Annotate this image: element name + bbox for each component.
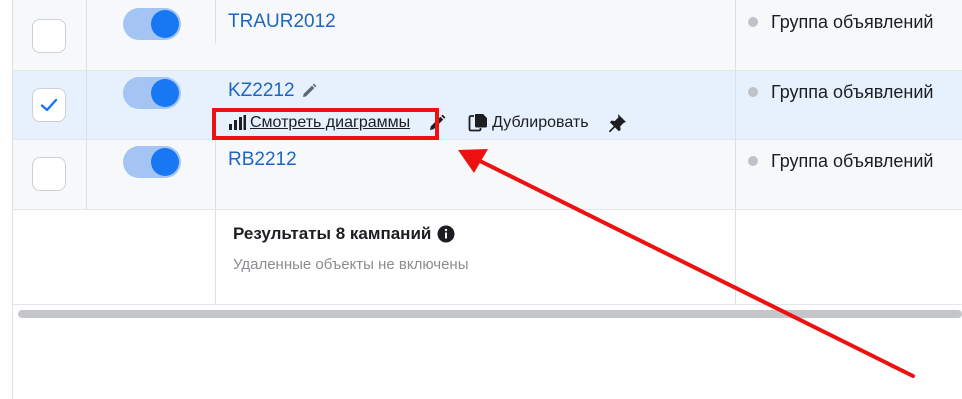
campaign-name-row: KZ2212 (228, 80, 317, 102)
campaign-toggle[interactable] (123, 146, 181, 178)
pencil-icon[interactable] (301, 83, 317, 99)
column-divider (86, 0, 87, 70)
campaign-toggle[interactable] (123, 8, 181, 40)
column-divider (735, 0, 736, 70)
results-summary-subtitle: Удаленные объекты не включены (233, 256, 469, 273)
campaign-table: TRAUR2012 Группа объявлений KZ2212 Групп… (0, 0, 962, 399)
status-dot (748, 87, 758, 97)
status-text: Группа объявлений (771, 151, 934, 171)
results-summary-title: Результаты 8 кампаний (233, 224, 455, 244)
duplicate-icon (468, 114, 488, 132)
row-checkbox[interactable] (32, 157, 66, 191)
status-text: Группа объявлений (771, 82, 934, 102)
campaign-toggle[interactable] (123, 77, 181, 109)
campaign-name-link[interactable]: RB2212 (228, 149, 297, 171)
duplicate-label: Дублировать (492, 114, 589, 131)
column-divider (735, 140, 736, 209)
table-row: RB2212 Группа объявлений (13, 140, 962, 210)
row-checkbox-checked[interactable] (32, 88, 66, 122)
toggle-knob (151, 79, 179, 107)
duplicate-button[interactable]: Дублировать (468, 113, 589, 133)
table-row: TRAUR2012 Группа объявлений (13, 0, 962, 71)
column-divider (735, 71, 736, 139)
toggle-knob (151, 10, 179, 38)
summary-divider (13, 304, 962, 305)
campaign-name-link[interactable]: KZ2212 (228, 80, 295, 101)
column-divider (215, 140, 216, 209)
results-summary-text: Результаты 8 кампаний (233, 224, 432, 243)
column-divider (735, 210, 736, 304)
column-divider (86, 140, 87, 209)
row-checkbox[interactable] (32, 19, 66, 53)
annotation-highlight-box (212, 108, 439, 140)
status-dot (748, 156, 758, 166)
status-text: Группа объявлений (771, 12, 934, 32)
info-icon[interactable] (437, 225, 455, 243)
column-divider (215, 0, 216, 44)
pin-icon (608, 114, 626, 133)
toggle-knob (151, 148, 179, 176)
check-icon (40, 98, 58, 112)
column-divider (86, 71, 87, 139)
pin-button[interactable] (607, 113, 627, 133)
column-divider (215, 210, 216, 304)
status-dot (748, 17, 758, 27)
horizontal-scrollbar[interactable] (18, 310, 962, 318)
campaign-name-link[interactable]: TRAUR2012 (228, 11, 336, 33)
